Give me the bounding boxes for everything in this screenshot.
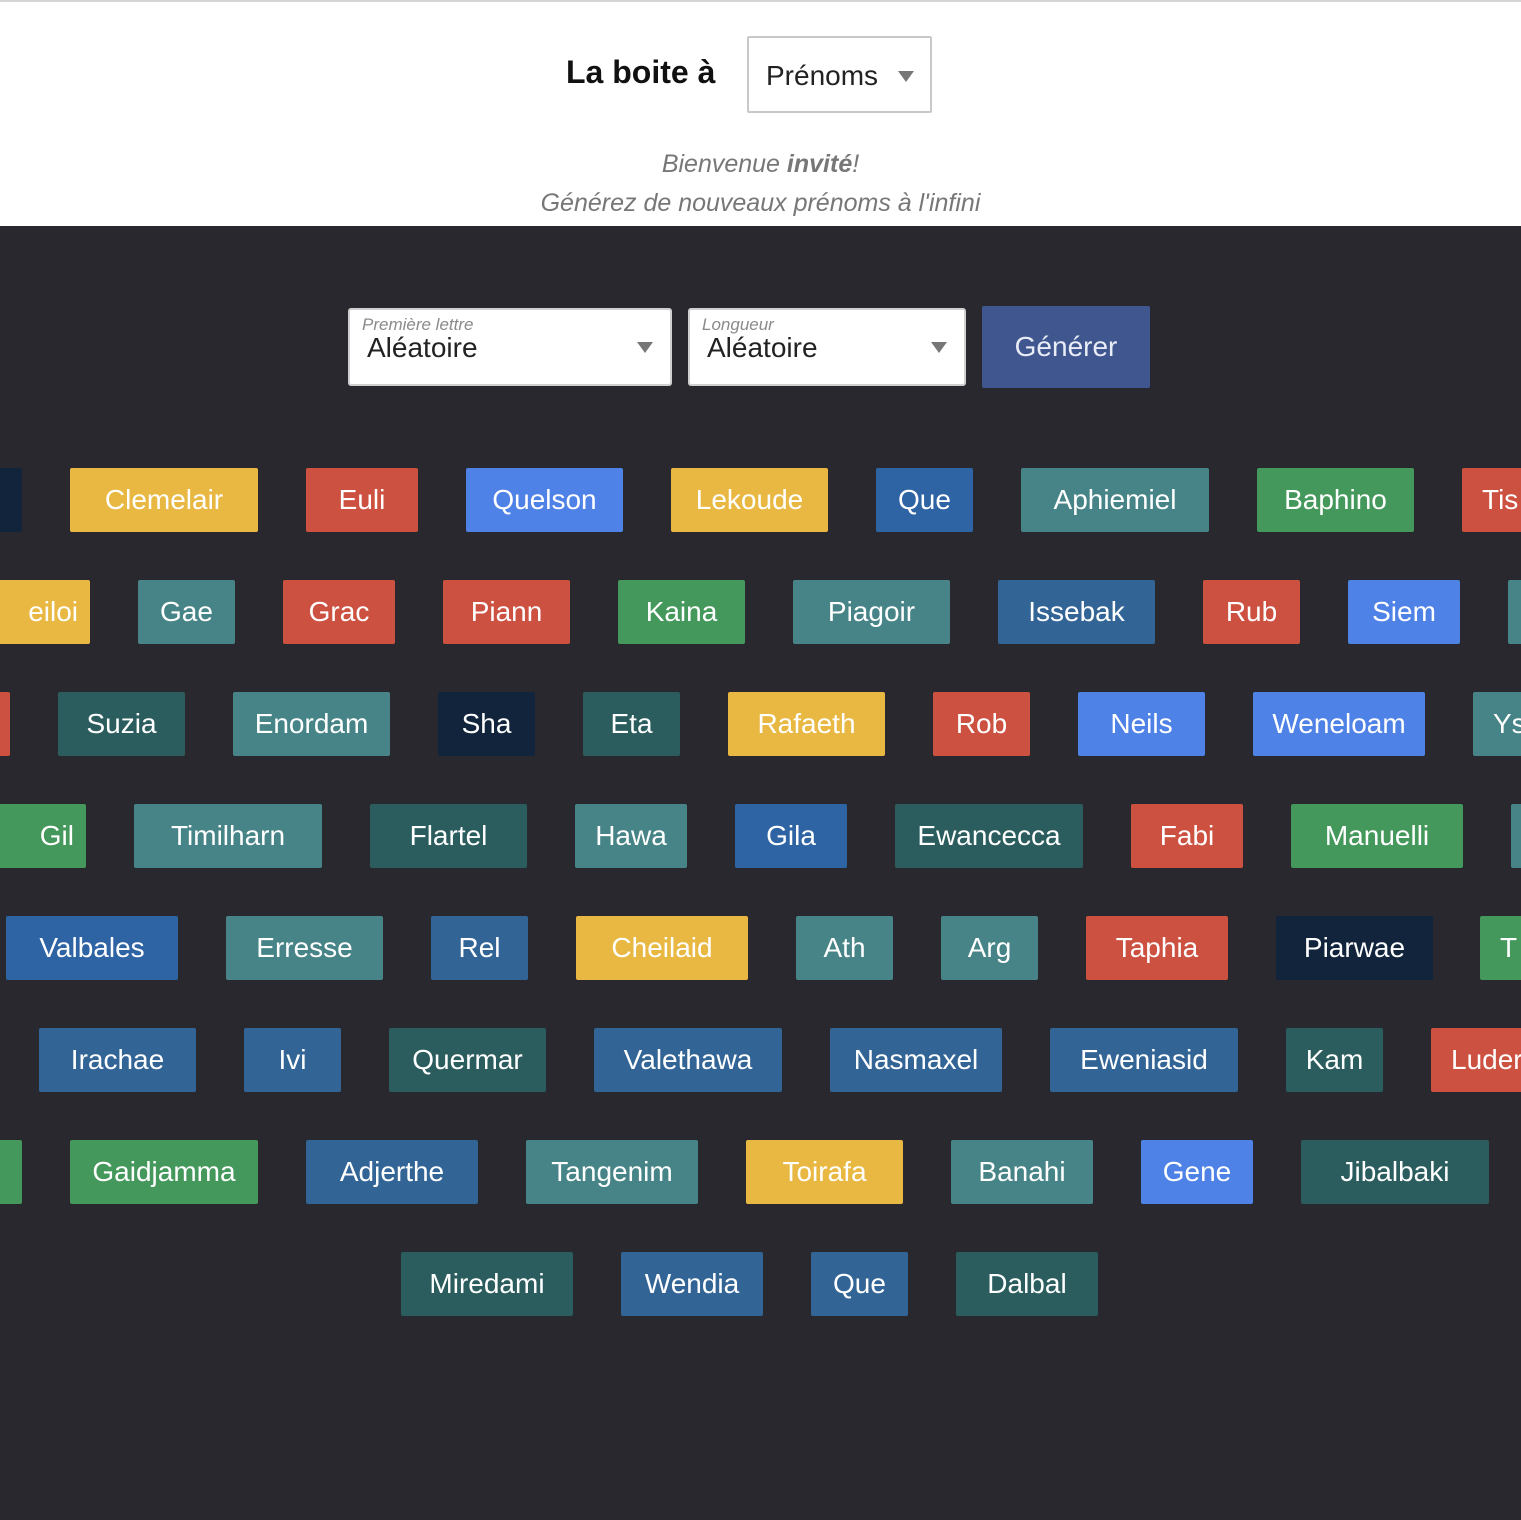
name-tag[interactable]: Eta: [583, 692, 680, 756]
name-tag[interactable]: Kaina: [618, 580, 745, 644]
name-tag[interactable]: Jibalbaki: [1301, 1140, 1489, 1204]
name-tag[interactable]: Enordam: [233, 692, 390, 756]
name-tag[interactable]: Weneloam: [1253, 692, 1425, 756]
name-tag[interactable]: Fabi: [1131, 804, 1243, 868]
name-tag[interactable]: Ys: [1473, 692, 1521, 756]
name-tag[interactable]: Clemelair: [70, 468, 258, 532]
name-tag[interactable]: [1511, 804, 1521, 868]
name-tag[interactable]: Toirafa: [746, 1140, 903, 1204]
name-tag[interactable]: [0, 1140, 22, 1204]
name-tag[interactable]: Eweniasid: [1050, 1028, 1238, 1092]
name-tag[interactable]: Dalbal: [956, 1252, 1098, 1316]
name-tag[interactable]: Rub: [1203, 580, 1300, 644]
name-tag[interactable]: Valethawa: [594, 1028, 782, 1092]
name-tag[interactable]: Suzia: [58, 692, 185, 756]
name-tag[interactable]: T: [1480, 916, 1521, 980]
name-tag[interactable]: Erresse: [226, 916, 383, 980]
name-tag[interactable]: Sha: [438, 692, 535, 756]
name-tag[interactable]: Rafaeth: [728, 692, 885, 756]
name-tag[interactable]: Quermar: [389, 1028, 546, 1092]
name-tag[interactable]: Gila: [735, 804, 847, 868]
name-tag[interactable]: Miredami: [401, 1252, 573, 1316]
name-tag[interactable]: Neils: [1078, 692, 1205, 756]
name-cloud: Clemelair Euli Quelson Lekoude Que Aphiemiel B…: [0, 0, 1521, 1520]
name-tag[interactable]: eiloi: [0, 580, 90, 644]
name-tag[interactable]: Cheilaid: [576, 916, 748, 980]
name-tag[interactable]: Que: [811, 1252, 908, 1316]
name-tag[interactable]: Tangenim: [526, 1140, 698, 1204]
name-tag[interactable]: Piagoir: [793, 580, 950, 644]
name-tag[interactable]: Arg: [941, 916, 1038, 980]
name-tag[interactable]: Grac: [283, 580, 395, 644]
name-tag[interactable]: Rob: [933, 692, 1030, 756]
name-tag[interactable]: Que: [876, 468, 973, 532]
name-tag[interactable]: Taphia: [1086, 916, 1228, 980]
name-tag[interactable]: Gaidjamma: [70, 1140, 258, 1204]
name-tag[interactable]: Hawa: [575, 804, 687, 868]
name-tag[interactable]: Piann: [443, 580, 570, 644]
name-tag[interactable]: Rel: [431, 916, 528, 980]
name-tag[interactable]: Nasmaxel: [830, 1028, 1002, 1092]
name-tag[interactable]: Issebak: [998, 580, 1155, 644]
name-tag[interactable]: Wendia: [621, 1252, 763, 1316]
name-tag[interactable]: Ath: [796, 916, 893, 980]
name-tag[interactable]: Baphino: [1257, 468, 1414, 532]
name-tag[interactable]: Irachae: [39, 1028, 196, 1092]
name-tag[interactable]: Siem: [1348, 580, 1460, 644]
name-tag[interactable]: Gae: [138, 580, 235, 644]
name-tag[interactable]: Gene: [1141, 1140, 1253, 1204]
name-tag[interactable]: Banahi: [951, 1140, 1093, 1204]
name-tag[interactable]: Tis: [1462, 468, 1521, 532]
name-tag[interactable]: Gil: [0, 804, 86, 868]
name-tag[interactable]: [1508, 580, 1521, 644]
name-tag[interactable]: Flartel: [370, 804, 527, 868]
name-tag[interactable]: [0, 468, 22, 532]
name-tag[interactable]: Ewancecca: [895, 804, 1083, 868]
name-tag[interactable]: Manuelli: [1291, 804, 1463, 868]
name-tag[interactable]: Lekoude: [671, 468, 828, 532]
name-tag[interactable]: Adjerthe: [306, 1140, 478, 1204]
name-tag[interactable]: Aphiemiel: [1021, 468, 1209, 532]
name-tag[interactable]: Luder: [1431, 1028, 1521, 1092]
name-tag[interactable]: [0, 692, 10, 756]
name-tag[interactable]: Quelson: [466, 468, 623, 532]
name-tag[interactable]: Piarwae: [1276, 916, 1433, 980]
name-tag[interactable]: Valbales: [6, 916, 178, 980]
name-tag[interactable]: Ivi: [244, 1028, 341, 1092]
name-tag[interactable]: Kam: [1286, 1028, 1383, 1092]
name-tag[interactable]: Timilharn: [134, 804, 322, 868]
name-tag[interactable]: Euli: [306, 468, 418, 532]
